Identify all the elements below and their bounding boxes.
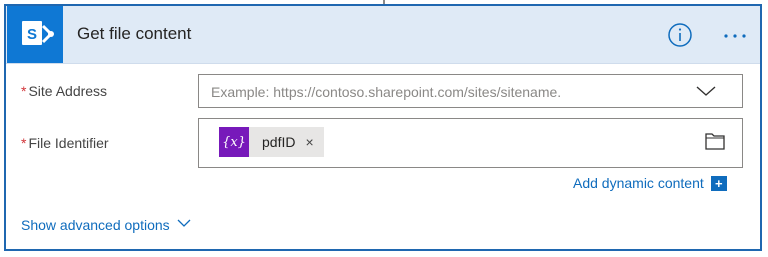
file-identifier-input[interactable]: {x} pdfID × — [198, 118, 743, 168]
file-identifier-label: * File Identifier — [21, 135, 109, 151]
expression-icon: {x} — [219, 127, 249, 157]
sharepoint-icon: S — [7, 6, 63, 63]
site-address-label: * Site Address — [21, 83, 107, 99]
ellipsis-icon[interactable] — [720, 22, 750, 46]
action-title: Get file content — [77, 24, 192, 43]
add-dynamic-content-label: Add dynamic content — [573, 175, 704, 191]
add-dynamic-content-link[interactable]: Add dynamic content + — [573, 175, 727, 191]
folder-icon[interactable] — [705, 132, 725, 155]
required-marker: * — [21, 83, 27, 99]
card-header[interactable]: S Get file content — [6, 6, 760, 64]
site-address-dropdown[interactable]: Example: https://contoso.sharepoint.com/… — [198, 74, 743, 108]
chevron-down-icon[interactable] — [695, 84, 717, 103]
info-icon[interactable] — [667, 22, 693, 53]
site-address-label-text: Site Address — [28, 83, 108, 99]
show-advanced-options-link[interactable]: Show advanced options — [21, 216, 192, 234]
required-marker: * — [21, 135, 27, 151]
token-remove-button[interactable]: × — [305, 134, 313, 150]
chevron-down-icon[interactable] — [176, 216, 192, 234]
action-card: S Get file content * Site Address Example… — [4, 4, 762, 251]
show-advanced-options-label: Show advanced options — [21, 217, 170, 233]
dynamic-content-token[interactable]: {x} pdfID × — [219, 127, 324, 157]
file-identifier-label-text: File Identifier — [28, 135, 109, 151]
plus-icon[interactable]: + — [710, 175, 727, 191]
site-address-placeholder: Example: https://contoso.sharepoint.com/… — [211, 84, 562, 100]
token-label: pdfID — [262, 134, 296, 150]
svg-text:S: S — [27, 26, 37, 43]
